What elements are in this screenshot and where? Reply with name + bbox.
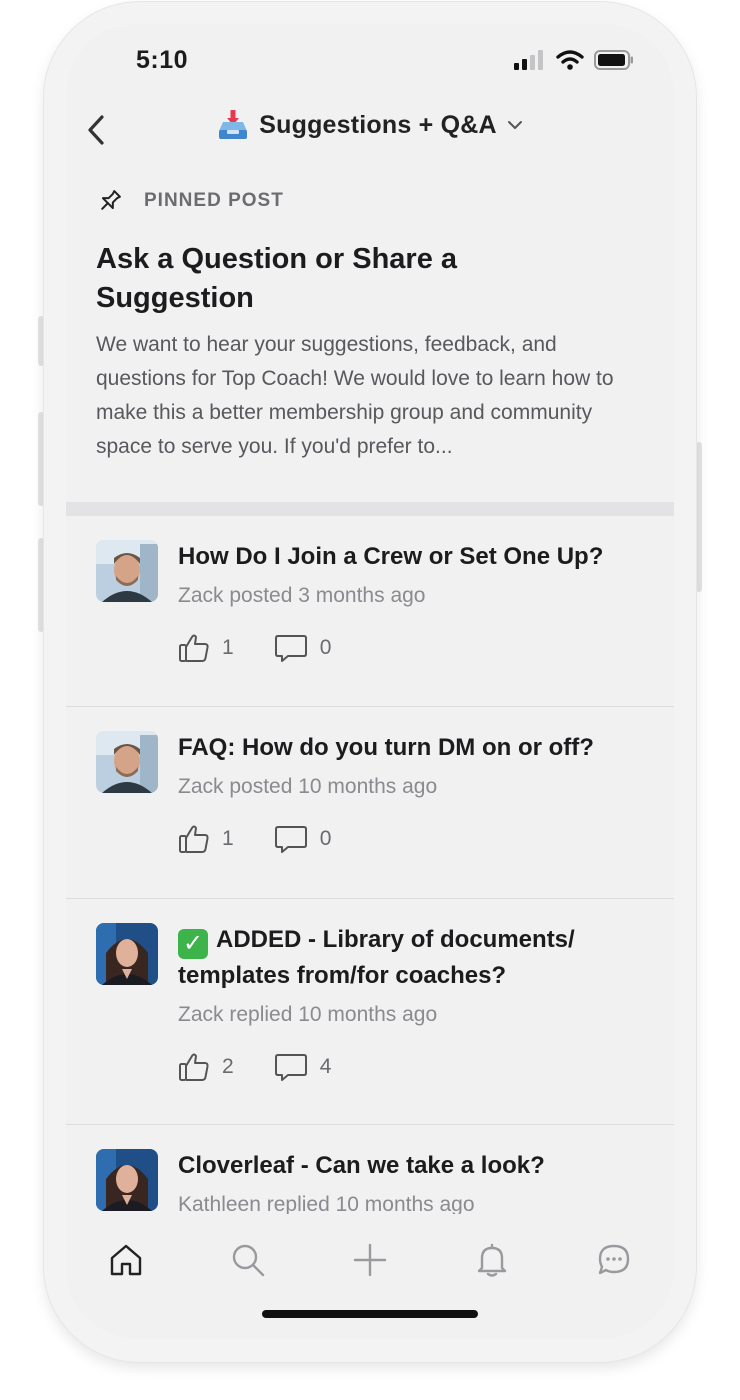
avatar xyxy=(96,731,158,793)
chat-icon xyxy=(598,1244,630,1275)
post-actions: 2 4 xyxy=(178,1051,658,1083)
pinned-post[interactable]: PINNED POST Ask a Question or Share a Su… xyxy=(96,186,656,464)
tab-create[interactable] xyxy=(340,1230,400,1290)
status-time: 5:10 xyxy=(136,46,189,74)
like-count: 1 xyxy=(222,636,234,659)
app-screen: 5:10 Suggestions + Q&A PINNED POST Ask a… xyxy=(66,24,674,1338)
post-title: ✓ ADDED - Library of documents/ templates… xyxy=(178,923,658,993)
search-icon xyxy=(232,1244,265,1277)
plus-icon xyxy=(353,1243,387,1277)
like-button[interactable]: 2 xyxy=(178,1052,234,1082)
inbox-tray-icon xyxy=(219,110,248,139)
post-title: How Do I Join a Crew or Set One Up? xyxy=(178,543,604,570)
post-meta: Zack replied 10 months ago xyxy=(178,1003,438,1026)
status-bar: 5:10 xyxy=(66,24,674,94)
pinned-title: Ask a Question or Share a Suggestion xyxy=(96,243,458,314)
bell-icon xyxy=(477,1243,507,1277)
status-icons xyxy=(514,50,634,70)
comment-button[interactable]: 0 xyxy=(274,633,332,663)
home-icon xyxy=(110,1244,142,1276)
comment-count: 4 xyxy=(319,1055,332,1078)
section-divider xyxy=(66,502,674,516)
nav-bar: Suggestions + Q&A xyxy=(66,102,674,158)
like-count: 1 xyxy=(222,827,234,850)
tab-messages[interactable] xyxy=(584,1230,644,1290)
avatar xyxy=(96,923,158,985)
post-title: Cloverleaf - Can we take a look? xyxy=(178,1152,545,1179)
battery-icon xyxy=(594,50,633,70)
space-switcher[interactable]: Suggestions + Q&A xyxy=(66,110,674,140)
post-item[interactable]: ✓ ADDED - Library of documents/ templates… xyxy=(66,899,674,1125)
signal-icon xyxy=(514,50,543,70)
avatar xyxy=(96,1149,158,1211)
like-button[interactable]: 1 xyxy=(178,824,234,854)
post-actions: 1 0 xyxy=(178,632,658,664)
tab-home[interactable] xyxy=(96,1230,156,1290)
post-actions: 1 0 xyxy=(178,823,658,855)
power-button xyxy=(696,442,702,592)
post-meta: Zack posted 10 months ago xyxy=(178,775,438,798)
pinned-label-row: PINNED POST xyxy=(96,186,656,216)
post-body: Cloverleaf - Can we take a look? Kathlee… xyxy=(178,1149,658,1219)
home-indicator xyxy=(262,1310,478,1318)
pin-icon xyxy=(101,190,121,210)
post-item[interactable]: FAQ: How do you turn DM on or off? Zack … xyxy=(66,707,674,899)
post-feed: How Do I Join a Crew or Set One Up? Zack… xyxy=(66,516,674,1236)
comment-button[interactable]: 4 xyxy=(274,1052,332,1082)
comment-count: 0 xyxy=(319,827,332,850)
post-title: FAQ: How do you turn DM on or off? xyxy=(178,734,594,761)
post-body: FAQ: How do you turn DM on or off? Zack … xyxy=(178,731,658,855)
thumbs-up-icon xyxy=(179,1053,209,1081)
chevron-down-icon xyxy=(507,121,522,129)
tab-search[interactable] xyxy=(218,1230,278,1290)
space-title: Suggestions + Q&A xyxy=(259,110,497,139)
comment-count: 0 xyxy=(319,636,332,659)
post-meta: Zack posted 3 months ago xyxy=(178,584,426,607)
post-body: How Do I Join a Crew or Set One Up? Zack… xyxy=(178,540,658,664)
thumbs-up-icon xyxy=(179,825,209,853)
post-title-text: ADDED - Library of documents/ templates … xyxy=(178,926,575,989)
like-button[interactable]: 1 xyxy=(178,633,234,663)
tab-bar xyxy=(66,1214,674,1338)
tab-notifications[interactable] xyxy=(462,1230,522,1290)
comment-button[interactable]: 0 xyxy=(274,824,332,854)
thumbs-up-icon xyxy=(179,634,209,662)
check-mark-icon: ✓ xyxy=(178,929,208,959)
comment-icon xyxy=(274,635,307,662)
pinned-label: PINNED POST xyxy=(144,190,284,211)
avatar xyxy=(96,540,158,602)
pinned-body: We want to hear your suggestions, feedba… xyxy=(96,333,614,458)
like-count: 2 xyxy=(222,1055,234,1078)
wifi-icon xyxy=(556,50,584,70)
comment-icon xyxy=(274,826,307,853)
comment-icon xyxy=(274,1054,307,1081)
post-body: ✓ ADDED - Library of documents/ templates… xyxy=(178,923,658,1083)
post-item[interactable]: How Do I Join a Crew or Set One Up? Zack… xyxy=(66,516,674,707)
